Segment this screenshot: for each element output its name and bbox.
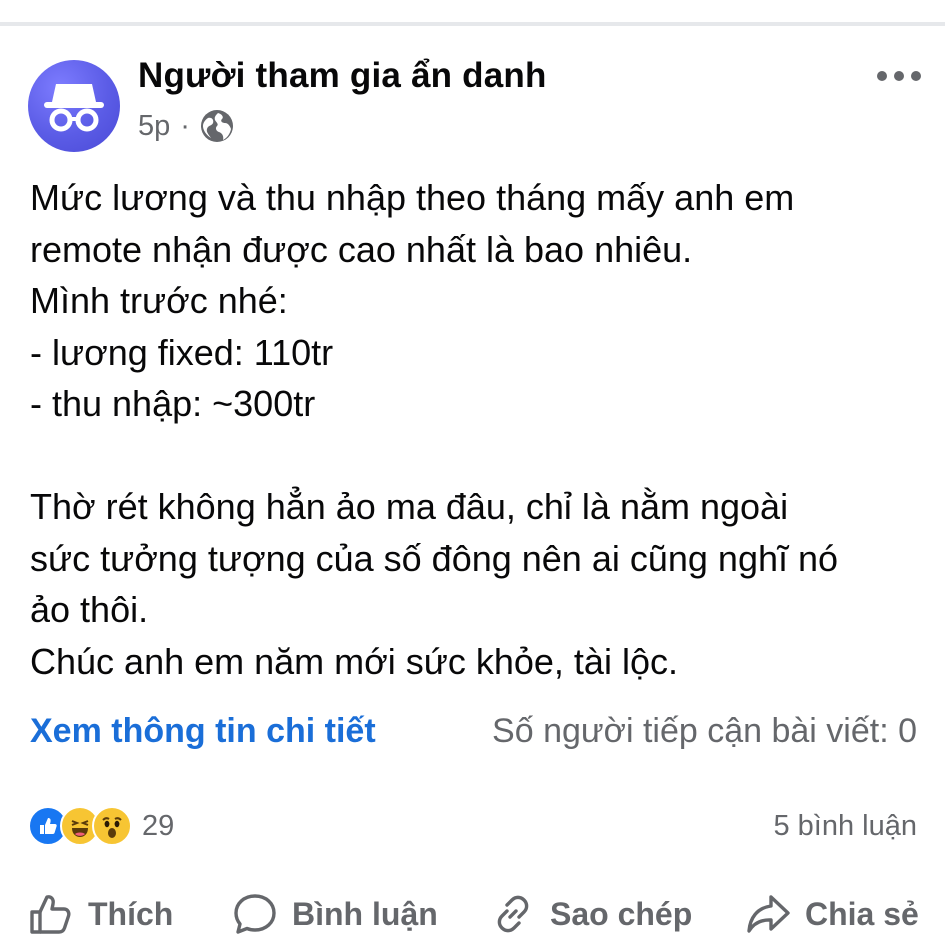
like-button[interactable]: Thích	[28, 888, 173, 940]
share-icon	[747, 895, 790, 933]
comment-label: Bình luận	[292, 895, 438, 932]
feed-divider	[0, 22, 945, 26]
post-body: Mức lương và thu nhập theo tháng mấy anh…	[30, 177, 839, 682]
reactions-summary[interactable]: 29	[28, 806, 174, 846]
link-icon	[497, 895, 529, 933]
globe-icon	[200, 110, 233, 142]
incognito-icon	[44, 84, 104, 132]
post-reach: Số người tiếp cận bài viết: 0	[492, 712, 917, 750]
more-dots-icon	[877, 71, 921, 81]
post-meta: 5p ·	[138, 108, 234, 144]
comment-button[interactable]: Bình luận	[232, 888, 438, 940]
share-button[interactable]: Chia sẻ	[745, 888, 919, 940]
share-label: Chia sẻ	[805, 895, 919, 932]
copy-link-button[interactable]: Sao chép	[490, 888, 692, 940]
comment-count[interactable]: 5 bình luận	[773, 810, 917, 843]
post-time[interactable]: 5p	[138, 110, 170, 143]
thumbs-up-icon	[30, 895, 71, 934]
view-insights-link[interactable]: Xem thông tin chi tiết	[30, 712, 376, 751]
anonymous-avatar[interactable]	[28, 60, 120, 152]
author-name[interactable]: Người tham gia ẩn danh	[138, 56, 547, 96]
wow-icon	[92, 806, 132, 846]
copy-label: Sao chép	[550, 895, 693, 932]
more-options-button[interactable]	[872, 60, 926, 92]
post-actions: Thích Bình luận Sao chép Chia sẻ	[0, 888, 945, 943]
comment-icon	[234, 894, 276, 934]
like-label: Thích	[88, 895, 174, 932]
reaction-count: 29	[142, 809, 175, 842]
meta-separator: ·	[180, 109, 190, 142]
